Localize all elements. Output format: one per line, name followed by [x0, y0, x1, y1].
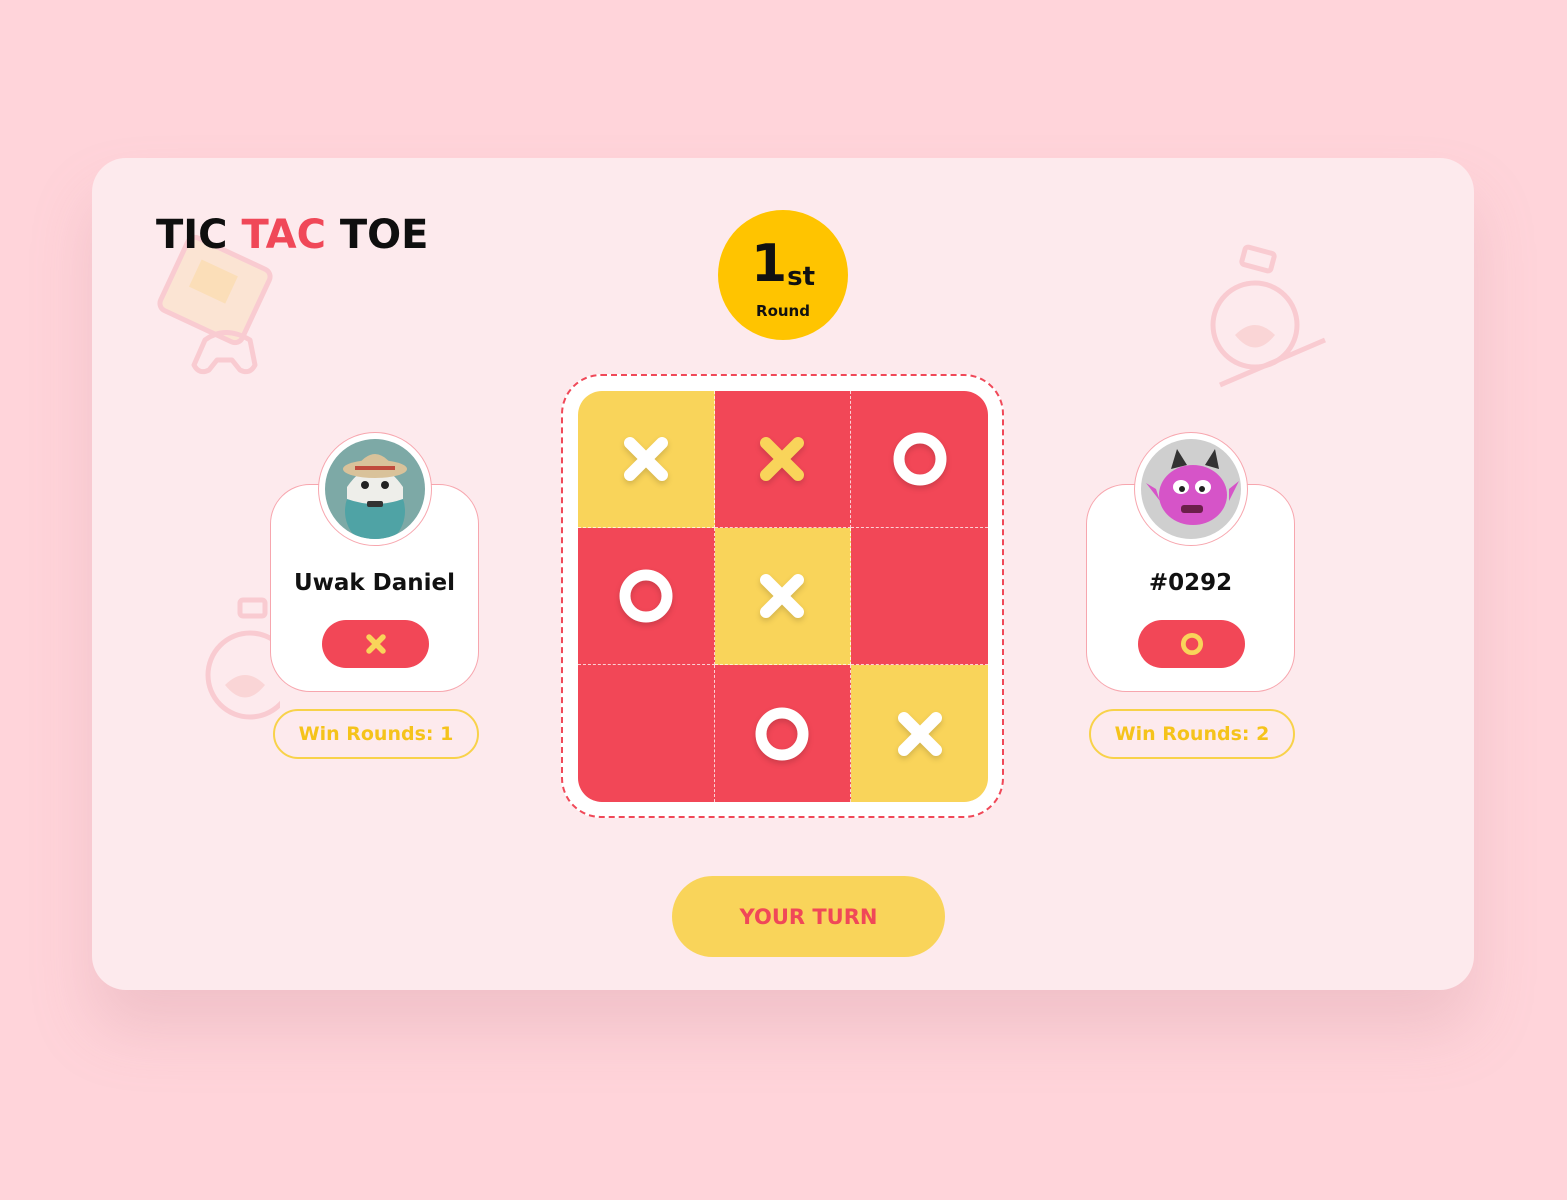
win-rounds-1: Win Rounds: 1	[273, 709, 479, 759]
board-cell[interactable]	[851, 528, 988, 665]
win-rounds-2: Win Rounds: 2	[1089, 709, 1295, 759]
game-title: TIC TAC TOE	[156, 212, 429, 258]
player-symbol-pill-2	[1138, 620, 1245, 668]
board-cell[interactable]	[578, 665, 715, 802]
teal-robot-avatar-icon	[325, 439, 425, 539]
title-part-1: TIC	[156, 212, 242, 258]
round-label: Round	[756, 302, 810, 320]
x-icon	[760, 574, 805, 618]
x-icon	[760, 437, 805, 481]
x-icon	[623, 437, 668, 481]
player-symbol-pill-1	[322, 620, 429, 668]
title-part-3: TOE	[325, 212, 429, 258]
o-icon	[1180, 632, 1203, 656]
round-badge: 1st Round	[718, 210, 848, 340]
board-cell[interactable]	[578, 391, 715, 528]
board-cell[interactable]	[714, 665, 852, 802]
player-avatar-2	[1134, 432, 1248, 546]
o-icon	[619, 569, 673, 623]
pink-monster-avatar-icon	[1141, 439, 1241, 539]
o-icon	[893, 432, 947, 486]
player-name-2: #0292	[1148, 570, 1233, 596]
your-turn-button[interactable]: YOUR TURN	[672, 876, 945, 957]
board-cell[interactable]	[714, 391, 852, 528]
round-suffix: st	[787, 262, 816, 292]
x-icon	[897, 711, 942, 756]
title-part-2: TAC	[241, 212, 326, 258]
player-name-1: Uwak Daniel	[293, 570, 456, 596]
player-avatar-1	[318, 432, 432, 546]
board-cell[interactable]	[851, 665, 988, 802]
o-icon	[755, 707, 809, 760]
board-cell[interactable]	[578, 528, 715, 665]
potion-flask-icon	[1210, 244, 1326, 388]
x-icon	[365, 634, 386, 654]
round-number: 1st	[750, 234, 816, 294]
game-board	[578, 391, 988, 802]
board-cell[interactable]	[714, 528, 852, 665]
board-cell[interactable]	[851, 391, 988, 528]
potion-flask-icon	[205, 597, 280, 720]
